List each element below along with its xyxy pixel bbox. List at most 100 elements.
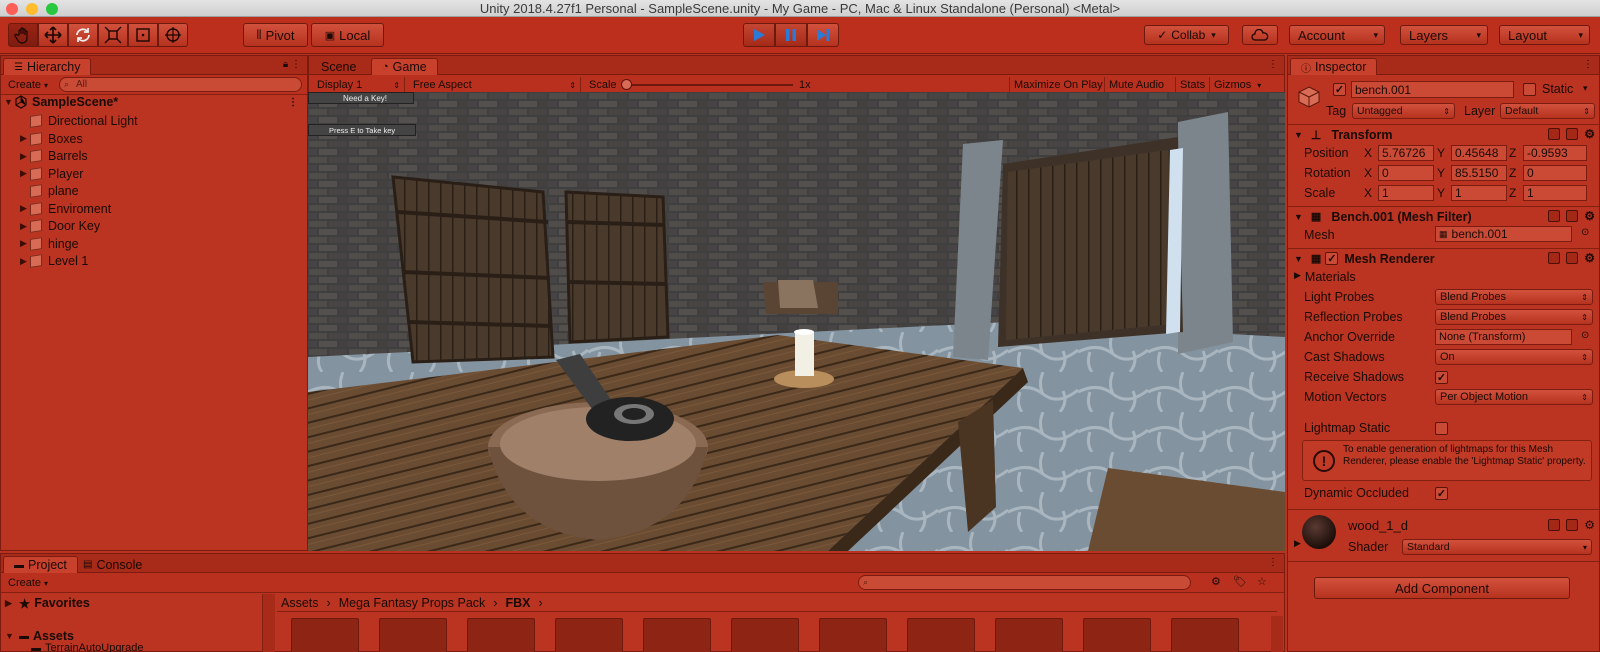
favorite-star-icon[interactable]: ☆ (1257, 575, 1267, 588)
gizmos-dropdown[interactable]: Gizmos ▾ (1209, 77, 1265, 93)
scene-root-row[interactable]: ▼ SampleScene* ⋮ (4, 93, 304, 111)
expand-arrow-icon[interactable]: ▶ (20, 133, 30, 144)
scale-tool-button[interactable] (98, 23, 128, 47)
filter-by-type-icon[interactable]: ⚙ (1211, 575, 1221, 588)
tab-scene[interactable]: Scene (311, 58, 366, 75)
filter-by-label-icon[interactable]: 🏷︎ (1233, 575, 1247, 588)
hierarchy-create-dropdown[interactable]: Create ▾ (4, 77, 52, 93)
local-toggle[interactable]: ▣ Local (311, 23, 384, 47)
rotation-y-field[interactable]: 85.5150 (1451, 165, 1507, 181)
rotation-z-axis-label[interactable]: Z (1509, 166, 1516, 180)
help-book-icon[interactable] (1548, 519, 1561, 531)
tag-dropdown[interactable]: Untagged ⇕ (1352, 103, 1455, 119)
hierarchy-item[interactable]: ▶ Boxes (20, 130, 83, 148)
mute-audio-toggle[interactable]: Mute Audio (1104, 77, 1168, 93)
hierarchy-item[interactable]: ▶ Enviroment (20, 200, 111, 218)
fold-arrow-icon[interactable]: ▼ (1294, 254, 1303, 264)
preset-sliders-icon[interactable] (1566, 128, 1579, 140)
scale-x-field[interactable]: 1 (1378, 185, 1434, 201)
breadcrumb-fbx[interactable]: FBX (505, 596, 530, 610)
expand-arrow-icon[interactable]: ▶ (20, 238, 30, 249)
transform-tool-button[interactable] (158, 23, 188, 47)
lightmap-static-checkbox[interactable] (1435, 422, 1448, 435)
add-component-button[interactable]: Add Component (1314, 577, 1570, 599)
expand-arrow-icon[interactable]: ▼ (5, 631, 15, 641)
scale-z-field[interactable]: 1 (1523, 185, 1587, 201)
help-book-icon[interactable] (1548, 128, 1561, 140)
hierarchy-item[interactable]: ▶ Barrels (20, 147, 88, 165)
chevron-down-icon[interactable]: ▾ (1583, 83, 1588, 94)
cloud-button[interactable] (1242, 25, 1278, 45)
project-search-input[interactable]: ⌕ (858, 575, 1191, 590)
expand-arrow-icon[interactable]: ▶ (20, 256, 30, 267)
expand-arrow-icon[interactable]: ▶ (20, 151, 30, 162)
rotation-x-axis-label[interactable]: X (1364, 166, 1372, 180)
help-book-icon[interactable] (1548, 252, 1561, 264)
asset-thumbnail[interactable] (731, 618, 799, 652)
gear-icon[interactable]: ⚙ (1584, 252, 1595, 264)
hierarchy-item[interactable]: ▶ Level 1 (20, 252, 88, 270)
position-x-axis-label[interactable]: X (1364, 146, 1372, 160)
tab-hierarchy[interactable]: ☰ Hierarchy (3, 58, 92, 75)
position-y-axis-label[interactable]: Y (1437, 146, 1445, 160)
pivot-toggle[interactable]: ⫼ Pivot (243, 23, 308, 47)
scale-slider[interactable] (621, 79, 793, 90)
asset-thumbnail[interactable] (907, 618, 975, 652)
help-book-icon[interactable] (1548, 210, 1561, 222)
asset-thumbnail[interactable] (291, 618, 359, 652)
rotation-x-field[interactable]: 0 (1378, 165, 1434, 181)
position-z-field[interactable]: -0.9593 (1523, 145, 1587, 161)
motion-vectors-dropdown[interactable]: Per Object Motion ⇕ (1435, 389, 1593, 405)
rotate-tool-button[interactable] (68, 23, 98, 47)
scale-y-field[interactable]: 1 (1451, 185, 1507, 201)
asset-thumbnail[interactable] (819, 618, 887, 652)
gear-icon[interactable]: ⚙ (1584, 128, 1595, 140)
preset-sliders-icon[interactable] (1566, 519, 1579, 531)
tab-project[interactable]: ▬ Project (3, 556, 78, 573)
expand-arrow-icon[interactable]: ▶ (20, 168, 30, 179)
cast-shadows-dropdown[interactable]: On ⇕ (1435, 349, 1593, 365)
maximize-on-play-toggle[interactable]: Maximize On Play (1009, 77, 1107, 93)
panel-lock-menu-icon[interactable]: 🔒︎ ⋮ (283, 59, 301, 70)
project-create-dropdown[interactable]: Create ▾ (4, 575, 52, 591)
panel-lock-menu-icon[interactable]: ⋮ (1268, 557, 1278, 568)
pause-button[interactable] (775, 23, 807, 47)
scale-z-axis-label[interactable]: Z (1509, 186, 1516, 200)
play-button[interactable] (743, 23, 775, 47)
active-checkbox[interactable]: ✓ (1333, 83, 1346, 96)
shader-dropdown[interactable]: Standard ▾ (1402, 539, 1592, 555)
account-dropdown[interactable]: Account ▾ (1289, 25, 1385, 45)
asset-thumbnail[interactable] (643, 618, 711, 652)
asset-thumbnail[interactable] (1083, 618, 1151, 652)
rotation-z-field[interactable]: 0 (1523, 165, 1587, 181)
mesh-filter-header[interactable]: ▼ ▦ Bench.001 (Mesh Filter) ⚙ (1288, 206, 1599, 226)
tab-game[interactable]: ◔ Game (371, 58, 438, 75)
asset-thumbnail[interactable] (379, 618, 447, 652)
static-checkbox[interactable] (1523, 83, 1536, 96)
expand-arrow-icon[interactable]: ▶ (5, 598, 15, 609)
scale-x-axis-label[interactable]: X (1364, 186, 1372, 200)
scale-y-axis-label[interactable]: Y (1437, 186, 1445, 200)
panel-lock-menu-icon[interactable]: ⋮ (1583, 59, 1593, 70)
layer-dropdown[interactable]: Default ⇕ (1500, 103, 1595, 119)
stats-toggle[interactable]: Stats (1175, 77, 1209, 93)
hierarchy-item[interactable]: ▶ Door Key (20, 217, 100, 235)
materials-foldout[interactable]: ▶ Materials (1294, 270, 1356, 284)
rotation-y-axis-label[interactable]: Y (1437, 166, 1445, 180)
preset-sliders-icon[interactable] (1566, 252, 1579, 264)
scene-menu-icon[interactable]: ⋮ (288, 97, 298, 108)
breadcrumb-mega-fantasy[interactable]: Mega Fantasy Props Pack (339, 596, 486, 610)
transform-header[interactable]: ▼ ⊥ Transform ⚙ (1288, 124, 1599, 144)
position-y-field[interactable]: 0.45648 (1451, 145, 1507, 161)
fold-arrow-icon[interactable]: ▶ (1294, 538, 1301, 549)
collab-dropdown[interactable]: ✓ Collab ▾ (1144, 25, 1229, 45)
object-picker-icon[interactable]: ⊙ (1581, 330, 1589, 341)
asset-grid-scrollbar[interactable] (1271, 616, 1283, 652)
game-viewport[interactable]: Need a Key! Press E to Take key (308, 92, 1285, 551)
rect-tool-button[interactable] (128, 23, 158, 47)
object-picker-icon[interactable]: ⊙ (1581, 227, 1589, 238)
step-button[interactable] (807, 23, 839, 47)
tab-console[interactable]: ▤ Console (73, 556, 152, 573)
expand-arrow-icon[interactable]: ▶ (20, 203, 30, 214)
fold-arrow-icon[interactable]: ▼ (1294, 130, 1303, 140)
